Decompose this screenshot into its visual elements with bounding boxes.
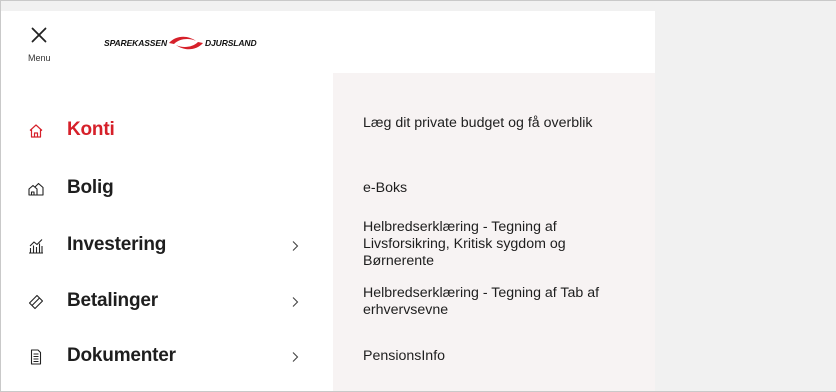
- link-private-budget[interactable]: Læg dit private budget og få overblik: [363, 115, 633, 132]
- tag-icon: [28, 294, 44, 310]
- nav-label-dokumenter: Dokumenter: [67, 345, 176, 366]
- logo-swoosh-icon: [168, 36, 203, 50]
- nav-label-bolig: Bolig: [67, 177, 114, 198]
- close-icon: [31, 27, 47, 43]
- nav-item-bolig[interactable]: Bolig: [7, 169, 333, 209]
- bank-logo[interactable]: SPAREKASSEN DJURSLAND: [104, 34, 257, 52]
- nav-item-investering[interactable]: Investering: [7, 226, 333, 266]
- nav-item-konti[interactable]: Konti: [7, 111, 333, 151]
- submenu-panel: Læg dit private budget og få overblik e-…: [333, 73, 655, 391]
- home-icon: [29, 124, 43, 138]
- houses-icon: [28, 182, 44, 196]
- nav-label-konti: Konti: [67, 119, 115, 140]
- logo-text-left: SPAREKASSEN: [104, 38, 167, 48]
- close-menu-button[interactable]: Menu: [28, 25, 68, 65]
- nav-label-betalinger: Betalinger: [67, 290, 158, 311]
- link-helbredserklaering-erhvervsevne[interactable]: Helbredserklæring - Tegning af Tab af er…: [363, 285, 633, 319]
- page-backdrop: [655, 1, 836, 391]
- nav-label-investering: Investering: [67, 234, 167, 255]
- investment-chart-icon: [29, 239, 43, 254]
- chevron-right-icon: [292, 297, 299, 307]
- menu-label: Menu: [28, 53, 51, 63]
- document-icon: [30, 349, 42, 365]
- chevron-right-icon: [292, 352, 299, 362]
- link-helbredserklaering-livsforsikring[interactable]: Helbredserklæring - Tegning af Livsforsi…: [363, 219, 633, 270]
- link-e-boks[interactable]: e-Boks: [363, 180, 633, 197]
- nav-item-dokumenter[interactable]: Dokumenter: [7, 337, 333, 377]
- logo-text-right: DJURSLAND: [204, 38, 257, 48]
- link-pensionsinfo[interactable]: PensionsInfo: [363, 348, 633, 365]
- primary-nav: Konti Bolig Investering Betalinger Dokum…: [7, 73, 333, 391]
- app-frame: Menu SPAREKASSEN DJURSLAND Konti Bolig I…: [0, 0, 836, 392]
- chevron-right-icon: [292, 241, 299, 251]
- nav-item-betalinger[interactable]: Betalinger: [7, 282, 333, 322]
- menu-header: Menu SPAREKASSEN DJURSLAND: [7, 11, 655, 73]
